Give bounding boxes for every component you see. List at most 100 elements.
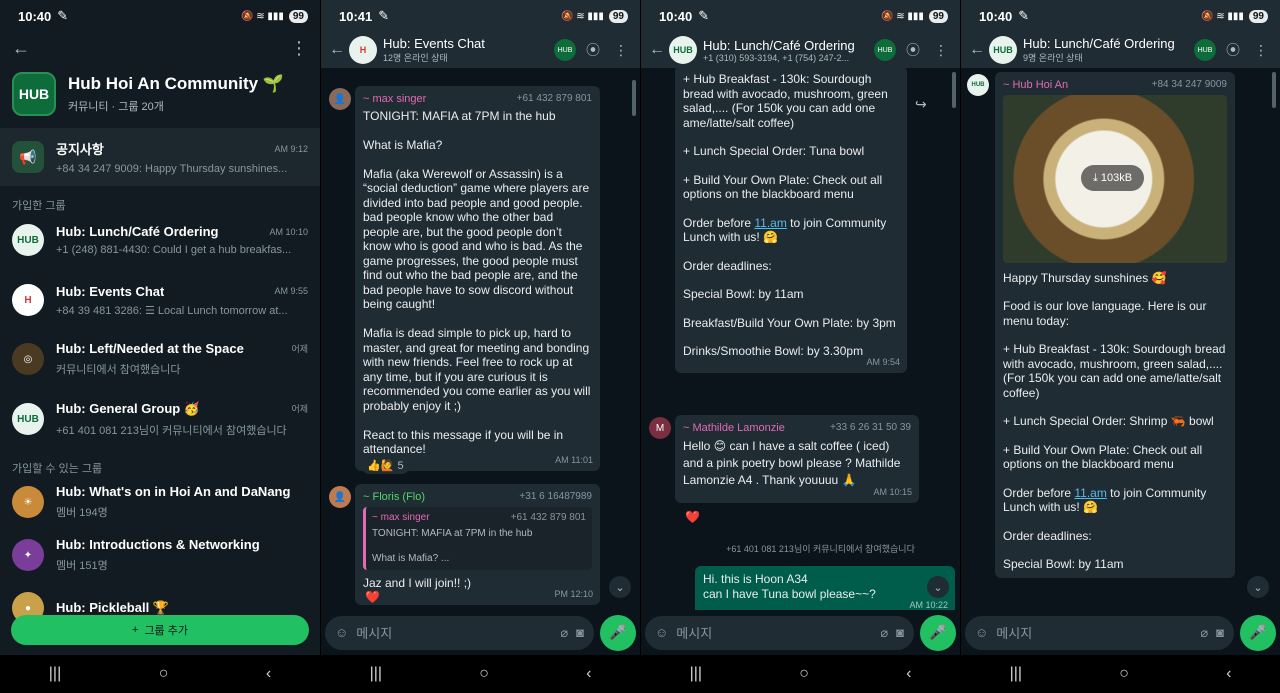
text-part: Order before [1003, 485, 1075, 500]
message-input[interactable]: ☺ 메시지 ⌀ ◙ [965, 615, 1234, 650]
message-bubble[interactable]: ~ Mathilde Lamonzie +33 6 26 31 50 39 Hel… [675, 415, 919, 503]
recents-icon[interactable]: ||| [1010, 665, 1022, 683]
more-options-icon[interactable]: ⋮ [610, 42, 632, 59]
announcements-row[interactable]: 📢 공지사항 AM 9:12 +84 34 247 9009: Happy Th… [0, 128, 320, 186]
voice-chat-icon[interactable]: ⦿ [582, 40, 604, 60]
group-title: Hub: Lunch/Café Ordering [56, 224, 219, 239]
recents-icon[interactable]: ||| [49, 665, 61, 683]
more-options-icon[interactable]: ⋮ [1250, 42, 1272, 59]
community-badge-icon[interactable]: HUB [1194, 39, 1216, 61]
sender-avatar[interactable]: 👤 [329, 88, 351, 110]
camera-icon[interactable]: ◙ [1216, 625, 1224, 640]
message-list[interactable]: 👤 ~ max singer +61 432 879 801 TONIGHT: M… [321, 68, 640, 610]
message-bubble[interactable]: ~ Hub Hoi An +84 34 247 9009 ⤓ 103kB Happ… [995, 72, 1235, 578]
recents-icon[interactable]: ||| [370, 665, 382, 683]
scroll-down-icon[interactable]: ⌄ [1247, 576, 1269, 598]
time-link[interactable]: 11.am [1074, 486, 1106, 500]
group-row-events[interactable]: H Hub: Events Chat AM 9:55 +84 39 481 328… [0, 272, 320, 328]
more-options-icon[interactable]: ⋮ [930, 42, 952, 59]
sender-avatar[interactable]: HUB [967, 74, 989, 96]
forward-icon[interactable]: ↪ [915, 96, 927, 113]
group-members: 멤버 194명 [56, 507, 108, 519]
message-bubble[interactable]: + Hub Breakfast - 130k: Sourdough bread … [675, 68, 907, 373]
attach-icon[interactable]: ⌀ [880, 625, 888, 641]
chat-title-area[interactable]: Hub: Lunch/Café Ordering +1 (310) 593-31… [703, 38, 868, 63]
back-icon[interactable]: ‹ [906, 665, 911, 683]
group-row-lunch[interactable]: HUB Hub: Lunch/Café Ordering AM 10:10 +1 … [0, 212, 320, 268]
home-icon[interactable]: ○ [799, 665, 809, 683]
scrollbar[interactable] [632, 80, 636, 116]
signal-icons: 🔕 ≋ ▮▮▮ [240, 10, 284, 22]
message-line: + Build Your Own Plate: Check out all op… [1003, 442, 1203, 472]
composer: ☺ 메시지 ⌀ ◙ 🎤 [321, 610, 640, 655]
camera-icon[interactable]: ◙ [896, 625, 904, 640]
sticker-icon[interactable]: ☺ [975, 625, 988, 640]
scroll-down-icon[interactable]: ⌄ [609, 576, 631, 598]
group-row-introductions[interactable]: ✦ Hub: Introductions & Networking 멤버 151… [0, 527, 320, 583]
heart-reaction[interactable]: ❤️ [685, 510, 700, 524]
group-time: 어제 [291, 344, 308, 354]
message-bubble[interactable]: ~ Floris (Flo) +31 6 16487989 ~ max singe… [355, 484, 600, 605]
community-badge-icon[interactable]: HUB [874, 39, 896, 61]
back-icon[interactable]: ‹ [1226, 665, 1231, 683]
back-arrow-icon[interactable]: ← [649, 41, 665, 59]
sender-avatar[interactable]: 👤 [329, 486, 351, 508]
food-photo[interactable]: ⤓ 103kB [1003, 94, 1227, 263]
sender-name[interactable]: ~ Hub Hoi An [1003, 78, 1068, 93]
back-icon[interactable]: ‹ [586, 665, 591, 683]
attach-icon[interactable]: ⌀ [560, 625, 568, 641]
group-avatar[interactable]: H [349, 36, 377, 64]
group-row-left-needed[interactable]: ◎ Hub: Left/Needed at the Space 어제 커뮤니티에서… [0, 331, 320, 387]
home-icon[interactable]: ○ [479, 665, 489, 683]
more-options-icon[interactable]: ⋮ [290, 38, 308, 59]
sender-name[interactable]: ~ Mathilde Lamonzie [683, 421, 785, 436]
attach-icon[interactable]: ⌀ [1200, 625, 1208, 641]
scrollbar[interactable] [1272, 72, 1276, 108]
mic-button[interactable]: 🎤 [600, 614, 636, 651]
group-avatar[interactable]: HUB [669, 36, 697, 64]
chat-title-area[interactable]: Hub: Events Chat 12명 온라인 상태 [383, 36, 548, 64]
back-arrow-icon[interactable]: ← [12, 38, 30, 59]
chat-title-area[interactable]: Hub: Lunch/Café Ordering 9명 온라인 상태 [1023, 36, 1188, 64]
recents-icon[interactable]: ||| [690, 665, 702, 683]
message-time: AM 11:01 [555, 455, 593, 465]
outgoing-message-bubble[interactable]: Hi. this is Hoon A34 can I have Tuna bow… [695, 566, 955, 610]
download-button[interactable]: ⤓ 103kB [1081, 164, 1145, 191]
chat-title: Hub: Lunch/Café Ordering [703, 37, 855, 53]
sticker-icon[interactable]: ☺ [655, 625, 668, 640]
back-icon[interactable]: ‹ [266, 665, 271, 683]
community-badge-icon[interactable]: HUB [554, 39, 576, 61]
message-input[interactable]: ☺ 메시지 ⌀ ◙ [645, 615, 914, 650]
group-row-whats-on[interactable]: ☀ Hub: What's on in Hoi An and DaNang 멤버… [0, 474, 320, 530]
mic-button[interactable]: 🎤 [920, 614, 956, 651]
group-avatar[interactable]: HUB [989, 36, 1017, 64]
add-group-button[interactable]: + 그룹 추가 [11, 615, 309, 645]
sender-avatar[interactable]: M [649, 417, 671, 439]
scrollbar[interactable] [952, 72, 956, 108]
message-list[interactable]: + Hub Breakfast - 130k: Sourdough bread … [641, 68, 960, 610]
mic-button[interactable]: 🎤 [1240, 614, 1276, 651]
voice-chat-icon[interactable]: ⦿ [902, 40, 924, 60]
back-arrow-icon[interactable]: ← [969, 41, 985, 59]
group-row-general[interactable]: HUB Hub: General Group 🥳 어제 +61 401 081 2… [0, 391, 320, 447]
message-input[interactable]: ☺ 메시지 ⌀ ◙ [325, 615, 594, 650]
community-header[interactable]: HUB Hub Hoi An Community 🌱 커뮤니티 · 그룹 20개 [12, 68, 308, 120]
scroll-down-icon[interactable]: ⌄ [927, 576, 949, 598]
sender-name[interactable]: ~ max singer [363, 92, 426, 107]
time-link[interactable]: 11.am [754, 216, 786, 230]
chat-subtitle: +1 (310) 593-3194, +1 (754) 247-2... [703, 52, 850, 63]
back-arrow-icon[interactable]: ← [329, 41, 345, 59]
message-list[interactable]: HUB ~ Hub Hoi An +84 34 247 9009 ⤓ 103kB … [961, 68, 1280, 610]
group-photo-icon: ◎ [12, 343, 44, 375]
camera-icon[interactable]: ◙ [576, 625, 584, 640]
sender-name[interactable]: ~ Floris (Flo) [363, 490, 425, 505]
message-bubble[interactable]: ~ max singer +61 432 879 801 TONIGHT: MAF… [355, 86, 600, 471]
reaction-pill[interactable]: 👍🙋 5 [361, 457, 410, 474]
quoted-message[interactable]: ~ max singer +61 432 879 801 TONIGHT: MAF… [363, 506, 592, 570]
sticker-icon[interactable]: ☺ [335, 625, 348, 640]
voice-chat-icon[interactable]: ⦿ [1222, 40, 1244, 60]
home-icon[interactable]: ○ [1119, 665, 1129, 683]
community-panel: 10:40 ✎ 🔕 ≋ ▮▮▮ 99 ← ⋮ HUB Hub Hoi An Comm… [0, 0, 320, 693]
home-icon[interactable]: ○ [159, 665, 169, 683]
heart-reaction[interactable]: ❤️ [365, 590, 380, 604]
